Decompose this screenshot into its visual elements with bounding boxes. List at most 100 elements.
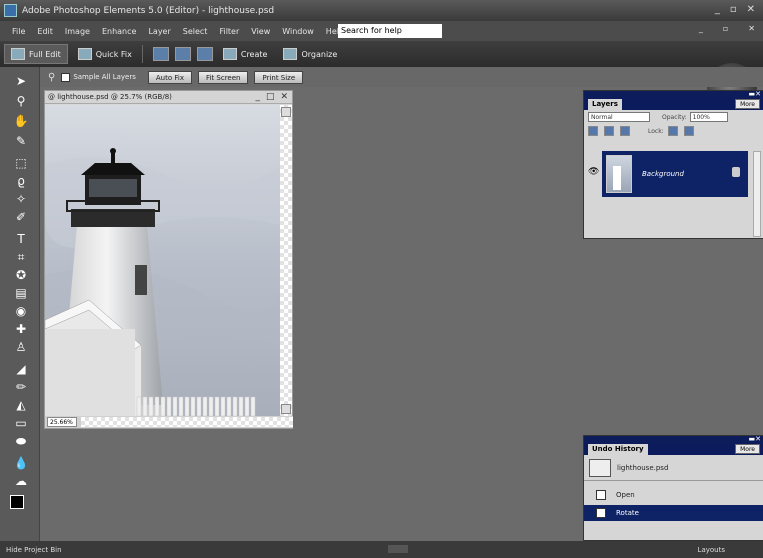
undo-more-button[interactable]: More — [735, 444, 760, 454]
full-edit-icon — [11, 48, 25, 60]
share-icon[interactable] — [174, 47, 191, 61]
project-bin-toggle[interactable]: Hide Project Bin — [6, 546, 62, 554]
print-icon[interactable] — [152, 47, 169, 61]
document-title: @ lighthouse.psd @ 25.7% (RGB/8) — [48, 93, 172, 101]
window-controls: _ ▫ ✕ — [715, 4, 755, 15]
menu-edit[interactable]: Edit — [37, 27, 53, 36]
doc-win-maximize-button[interactable]: □ — [266, 92, 275, 102]
tab-layers[interactable]: Layers — [588, 99, 622, 110]
close-button[interactable]: ✕ — [747, 4, 755, 15]
tab-organize-label: Organize — [301, 49, 338, 59]
layers-more-button[interactable]: More — [735, 99, 760, 109]
tab-full-edit[interactable]: Full Edit — [4, 44, 68, 64]
straighten-tool-icon[interactable]: ▤ — [12, 285, 30, 301]
print-size-button[interactable]: Print Size — [254, 70, 304, 84]
layers-scrollbar[interactable] — [753, 151, 761, 237]
eraser-tool-icon[interactable]: ◢ — [12, 361, 30, 377]
maximize-button[interactable]: ▫ — [730, 4, 737, 15]
minimize-button[interactable]: _ — [715, 4, 720, 15]
order-prints-icon[interactable] — [196, 47, 213, 61]
layer-visibility-eye-icon[interactable]: 👁 — [588, 167, 599, 177]
history-item-open[interactable]: Open — [584, 487, 763, 503]
gradient-tool-icon[interactable]: ▭ — [12, 415, 30, 431]
sample-all-label: Sample All Layers — [73, 73, 136, 81]
zoom-tool-icon[interactable]: ⚲ — [12, 93, 30, 109]
undo-panel-grip[interactable]: ▬✕ — [584, 435, 763, 443]
spot-healing-tool-icon[interactable]: ✚ — [12, 321, 30, 337]
opacity-field[interactable]: 100% — [689, 112, 728, 122]
toolbox: ➤ ⚲ ✋ ✎ ⬚ ϱ ✧ ✐ T ⌗ ✪ ▤ ◉ ✚ ♙ ◢ ✏ ◭ ▭ ⬬ … — [0, 67, 40, 541]
scroll-down-arrow[interactable] — [281, 404, 291, 414]
panel-close-icon[interactable]: ▬✕ — [749, 90, 761, 98]
hand-tool-icon[interactable]: ✋ — [12, 113, 30, 129]
crop-tool-icon[interactable]: ⌗ — [12, 249, 30, 265]
layers-panel: ▬✕ Layers More Normal Opacity: 100% Lock… — [583, 90, 763, 239]
cookie-cutter-tool-icon[interactable]: ✪ — [12, 267, 30, 283]
doc-minimize-button[interactable]: _ — [699, 24, 703, 33]
document-window: @ lighthouse.psd @ 25.7% (RGB/8) _ □ ✕ 2… — [44, 90, 293, 429]
document-vertical-scrollbar[interactable] — [280, 105, 292, 416]
doc-win-close-button[interactable]: ✕ — [280, 92, 288, 102]
document-title-bar[interactable]: @ lighthouse.psd @ 25.7% (RGB/8) _ □ ✕ — [45, 91, 292, 104]
doc-close-button[interactable]: ✕ — [748, 24, 755, 33]
lock-all-icon[interactable] — [683, 126, 694, 136]
new-layer-icon[interactable] — [588, 126, 598, 136]
tab-full-edit-label: Full Edit — [29, 49, 61, 59]
menu-view[interactable]: View — [251, 27, 270, 36]
menu-image[interactable]: Image — [65, 27, 90, 36]
fit-screen-button[interactable]: Fit Screen — [197, 70, 249, 84]
tab-create[interactable]: Create — [217, 44, 274, 64]
tab-organize[interactable]: Organize — [277, 44, 343, 64]
tool-options-bar: ⚲ Sample All Layers Auto Fix Fit Screen … — [40, 67, 763, 87]
menu-bar: File Edit Image Enhance Layer Select Fil… — [0, 21, 763, 41]
sponge-tool-icon[interactable]: ☁ — [12, 473, 30, 489]
foreground-color-swatch[interactable] — [10, 495, 24, 509]
blur-tool-icon[interactable]: 💧 — [12, 455, 30, 471]
help-search-input[interactable]: Search for help — [338, 24, 442, 38]
document-horizontal-scrollbar[interactable] — [81, 417, 293, 427]
scroll-up-arrow[interactable] — [281, 107, 291, 117]
paint-bucket-tool-icon[interactable]: ◭ — [12, 397, 30, 413]
lock-label: Lock: — [648, 127, 664, 135]
selection-brush-tool-icon[interactable]: ✐ — [12, 209, 30, 225]
menu-file[interactable]: File — [12, 27, 25, 36]
project-bin-grip[interactable] — [388, 545, 408, 553]
zoom-level-field[interactable]: 25.66% — [47, 417, 77, 427]
delete-layer-icon[interactable] — [620, 126, 630, 136]
rotate-step-icon — [596, 508, 606, 518]
undo-panel-close-icon[interactable]: ▬✕ — [749, 435, 761, 443]
layers-panel-grip[interactable]: ▬✕ — [584, 90, 763, 98]
move-tool-icon[interactable]: ➤ — [12, 73, 30, 89]
lock-transparency-icon[interactable] — [667, 126, 678, 136]
history-snapshot[interactable]: lighthouse.psd — [584, 455, 763, 481]
doc-restore-button[interactable]: ▫ — [723, 24, 728, 33]
eyedropper-tool-icon[interactable]: ✎ — [12, 133, 30, 149]
menu-select[interactable]: Select — [183, 27, 208, 36]
type-tool-icon[interactable]: T — [12, 231, 30, 247]
menu-layer[interactable]: Layer — [148, 27, 170, 36]
menu-filter[interactable]: Filter — [219, 27, 239, 36]
layouts-button[interactable]: Layouts — [698, 546, 725, 554]
blend-mode-select[interactable]: Normal — [588, 112, 650, 122]
adjustment-layer-icon[interactable] — [604, 126, 614, 136]
tab-undo-history[interactable]: Undo History — [588, 444, 648, 455]
menu-enhance[interactable]: Enhance — [102, 27, 137, 36]
app-icon — [4, 4, 17, 17]
shape-tool-icon[interactable]: ⬬ — [12, 433, 30, 449]
auto-fix-button[interactable]: Auto Fix — [147, 70, 192, 84]
image-canvas[interactable] — [45, 105, 281, 416]
magic-wand-tool-icon[interactable]: ✧ — [12, 191, 30, 207]
doc-window-controls: _ ▫ ✕ — [687, 24, 755, 33]
marquee-tool-icon[interactable]: ⬚ — [12, 155, 30, 171]
red-eye-tool-icon[interactable]: ◉ — [12, 303, 30, 319]
tab-quick-fix[interactable]: Quick Fix — [72, 44, 138, 64]
clone-stamp-tool-icon[interactable]: ♙ — [12, 339, 30, 355]
menu-window[interactable]: Window — [282, 27, 314, 36]
layer-row-background[interactable]: Background — [602, 151, 748, 197]
doc-win-minimize-button[interactable]: _ — [255, 92, 260, 102]
lighthouse-photo — [45, 105, 281, 416]
lasso-tool-icon[interactable]: ϱ — [12, 173, 30, 189]
brush-tool-icon[interactable]: ✏ — [12, 379, 30, 395]
sample-all-checkbox[interactable] — [61, 72, 71, 82]
history-item-rotate[interactable]: Rotate — [584, 505, 763, 521]
